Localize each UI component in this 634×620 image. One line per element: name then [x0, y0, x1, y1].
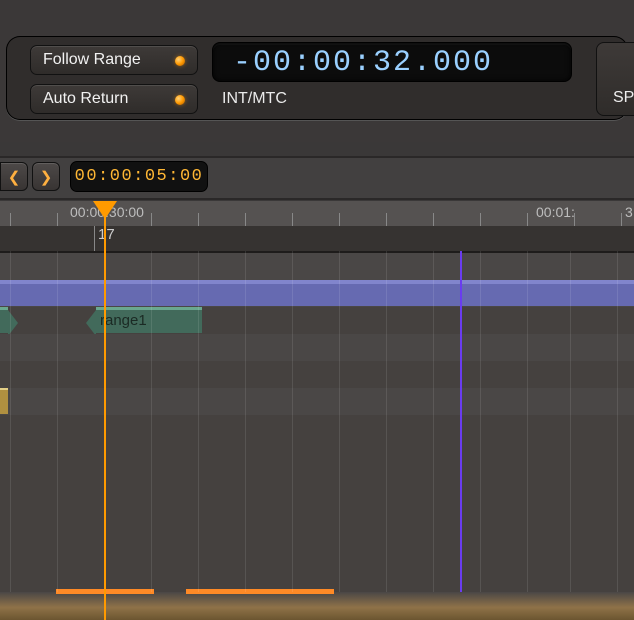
track-lane[interactable] [0, 280, 634, 308]
region-range1[interactable]: range1 [96, 307, 202, 333]
ruler-tick [292, 213, 293, 226]
locate-timecode-field[interactable]: 00:00:05:00 [70, 161, 208, 192]
top-bar: Follow Range Auto Return -00:00:32.000 I… [0, 0, 634, 142]
grid-line [339, 251, 340, 592]
ruler-tick [386, 213, 387, 226]
ruler-tick [339, 213, 340, 226]
grid-line [527, 251, 528, 592]
grid-line [198, 251, 199, 592]
chevron-left-icon: ❮ [8, 168, 21, 186]
ruler-tick [527, 213, 528, 226]
ruler-tick [57, 213, 58, 226]
ruler-tick [480, 213, 481, 226]
tracks-container: range1 [0, 253, 634, 592]
ruler-tick [198, 213, 199, 226]
overview-region[interactable] [186, 589, 334, 594]
empty-area[interactable] [0, 415, 634, 595]
led-on-icon [175, 56, 185, 66]
grid-line [386, 251, 387, 592]
ruler-label: 00:01: [536, 204, 575, 220]
track-lane[interactable] [0, 361, 634, 389]
next-marker-button[interactable]: ❯ [32, 162, 60, 191]
region-blue[interactable] [0, 280, 634, 306]
led-on-icon [175, 95, 185, 105]
chevron-right-icon: ❯ [40, 168, 53, 186]
follow-range-button[interactable]: Follow Range [30, 45, 198, 75]
ruler-tick [151, 213, 152, 226]
grid-line [570, 251, 571, 592]
speed-button[interactable]: SP [596, 42, 634, 116]
auto-return-label: Auto Return [43, 90, 128, 108]
ruler-tick [621, 213, 622, 226]
prev-marker-button[interactable]: ❮ [0, 162, 28, 191]
ruler-tick [433, 213, 434, 226]
follow-range-label: Follow Range [43, 51, 141, 69]
main-timecode-display[interactable]: -00:00:32.000 [212, 42, 572, 82]
track-lane[interactable]: range1 [0, 307, 634, 335]
track-lane[interactable] [0, 253, 634, 281]
grid-line [292, 251, 293, 592]
grid-line [245, 251, 246, 592]
overview-strip[interactable] [0, 592, 634, 620]
track-lane[interactable] [0, 388, 634, 416]
region-green-stub[interactable] [0, 307, 8, 333]
grid-line [10, 251, 11, 592]
region-yellow-stub[interactable] [0, 388, 8, 414]
locator-line[interactable] [460, 251, 462, 592]
grid-line [57, 251, 58, 592]
auto-return-button[interactable]: Auto Return [30, 84, 198, 114]
grid-line [433, 251, 434, 592]
grid-line [151, 251, 152, 592]
grid-line [617, 251, 618, 592]
playhead-handle-icon[interactable] [93, 201, 117, 219]
timeline-area[interactable]: 00:00:30:0000:01:3 17 range1 [0, 201, 634, 620]
ruler-tick [10, 213, 11, 226]
ruler-tick [245, 213, 246, 226]
speed-button-label: SP [613, 89, 634, 106]
grid-line [480, 251, 481, 592]
sync-source-label: INT/MTC [222, 90, 287, 108]
track-lane[interactable] [0, 334, 634, 362]
playhead-line[interactable] [104, 201, 106, 620]
marker-ruler[interactable]: 17 [0, 226, 634, 253]
ruler-label: 3 [625, 204, 633, 220]
